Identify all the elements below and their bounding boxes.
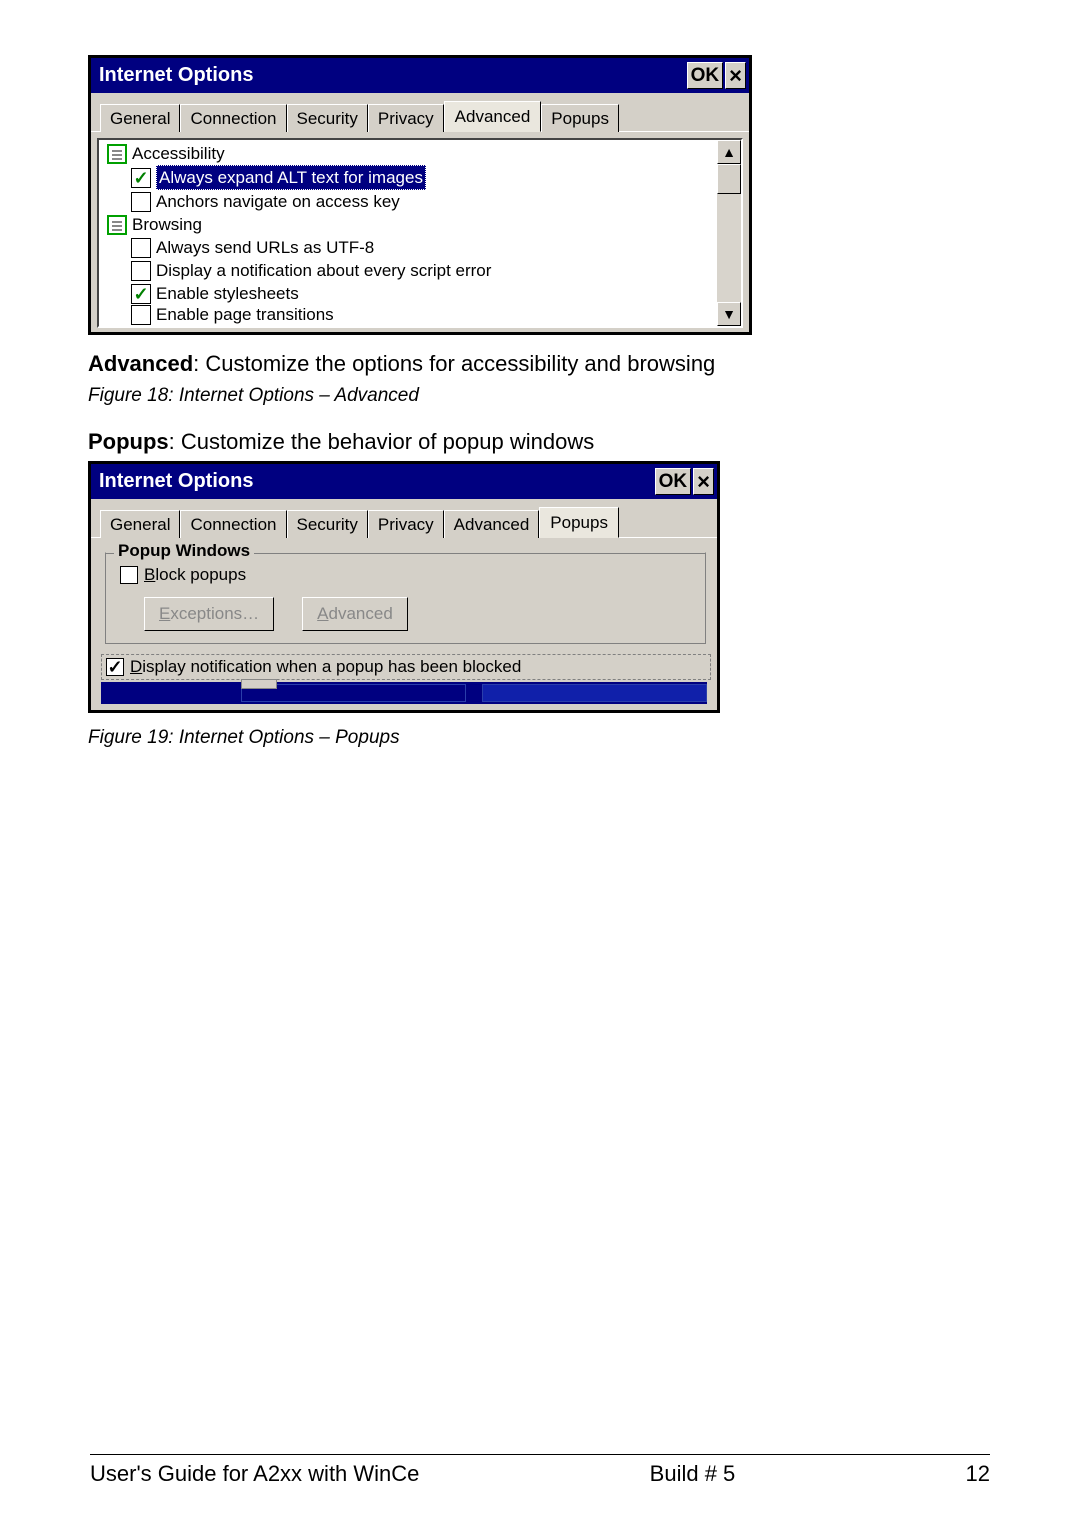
tab-panel-popups: Popup Windows Block popups Exceptions… A… bbox=[91, 537, 717, 710]
close-icon: × bbox=[697, 471, 710, 493]
screenshot-advanced: Internet Options OK × General Connection… bbox=[88, 55, 752, 335]
group-icon bbox=[107, 144, 127, 164]
status-bar bbox=[101, 682, 707, 704]
figure-19-caption: Figure 19: Internet Options – Popups bbox=[88, 727, 990, 749]
advanced-description: Advanced: Customize the options for acce… bbox=[88, 351, 990, 377]
popups-description: Popups: Customize the behavior of popup … bbox=[88, 429, 990, 455]
titlebar: Internet Options OK × bbox=[91, 58, 749, 93]
checkbox-icon[interactable]: ✓ bbox=[131, 168, 151, 188]
advanced-button[interactable]: Advanced bbox=[302, 597, 408, 631]
tab-privacy[interactable]: Privacy bbox=[368, 104, 444, 132]
popup-windows-group: Popup Windows Block popups Exceptions… A… bbox=[105, 552, 706, 644]
scrollbar[interactable]: ▲ ▼ bbox=[717, 140, 741, 326]
checkbox-icon[interactable]: ✓ bbox=[131, 284, 151, 304]
close-button[interactable]: × bbox=[693, 468, 714, 495]
checkbox-icon[interactable]: ✓ bbox=[106, 658, 124, 676]
display-notification-row[interactable]: ✓ Display notification when a popup has … bbox=[101, 654, 711, 680]
tab-security[interactable]: Security bbox=[287, 104, 368, 132]
options-tree: Accessibility ✓ Always expand ALT text f… bbox=[97, 138, 743, 328]
option-anchors[interactable]: Anchors navigate on access key bbox=[107, 190, 713, 213]
gray-handle-icon bbox=[241, 679, 277, 689]
group-accessibility: Accessibility bbox=[107, 142, 713, 165]
checkbox-icon[interactable] bbox=[131, 192, 151, 212]
option-utf8[interactable]: Always send URLs as UTF-8 bbox=[107, 236, 713, 259]
scroll-up-icon[interactable]: ▲ bbox=[717, 140, 741, 164]
tab-general[interactable]: General bbox=[100, 510, 180, 538]
group-icon bbox=[107, 215, 127, 235]
window-title: Internet Options bbox=[99, 64, 253, 87]
tab-popups[interactable]: Popups bbox=[541, 104, 619, 132]
close-icon: × bbox=[729, 65, 742, 87]
tab-advanced[interactable]: Advanced bbox=[444, 510, 540, 538]
tab-panel-advanced: Accessibility ✓ Always expand ALT text f… bbox=[91, 131, 749, 332]
footer-center: Build # 5 bbox=[650, 1461, 736, 1487]
option-page-transitions[interactable]: Enable page transitions bbox=[107, 303, 713, 326]
titlebar: Internet Options OK × bbox=[91, 464, 717, 499]
group-browsing: Browsing bbox=[107, 213, 713, 236]
tab-general[interactable]: General bbox=[100, 104, 180, 132]
tab-connection[interactable]: Connection bbox=[180, 510, 286, 538]
footer-left: User's Guide for A2xx with WinCe bbox=[90, 1461, 419, 1487]
fieldset-legend: Popup Windows bbox=[114, 541, 254, 561]
tab-strip: General Connection Security Privacy Adva… bbox=[91, 499, 717, 537]
scroll-thumb[interactable] bbox=[717, 164, 741, 194]
ok-button[interactable]: OK bbox=[687, 62, 724, 89]
footer-page-number: 12 bbox=[966, 1461, 990, 1487]
display-notification-label: Display notification when a popup has be… bbox=[130, 657, 521, 677]
exceptions-button[interactable]: Exceptions… bbox=[144, 597, 274, 631]
close-button[interactable]: × bbox=[725, 62, 746, 89]
tab-popups[interactable]: Popups bbox=[539, 507, 619, 538]
option-alt-text[interactable]: ✓ Always expand ALT text for images bbox=[107, 165, 713, 190]
checkbox-icon[interactable] bbox=[120, 566, 138, 584]
tab-connection[interactable]: Connection bbox=[180, 104, 286, 132]
ok-button[interactable]: OK bbox=[655, 468, 692, 495]
tab-strip: General Connection Security Privacy Adva… bbox=[91, 93, 749, 131]
option-stylesheets[interactable]: ✓ Enable stylesheets bbox=[107, 282, 713, 305]
block-popups-label: Block popups bbox=[144, 565, 246, 585]
tab-privacy[interactable]: Privacy bbox=[368, 510, 444, 538]
window-title: Internet Options bbox=[99, 470, 253, 493]
checkbox-icon[interactable] bbox=[131, 305, 151, 325]
page-footer: User's Guide for A2xx with WinCe Build #… bbox=[90, 1454, 990, 1487]
scroll-down-icon[interactable]: ▼ bbox=[717, 302, 741, 326]
option-script-error[interactable]: Display a notification about every scrip… bbox=[107, 259, 713, 282]
tab-advanced[interactable]: Advanced bbox=[444, 101, 542, 132]
checkbox-icon[interactable] bbox=[131, 238, 151, 258]
tab-security[interactable]: Security bbox=[287, 510, 368, 538]
screenshot-popups: Internet Options OK × General Connection… bbox=[88, 461, 720, 713]
checkbox-icon[interactable] bbox=[131, 261, 151, 281]
figure-18-caption: Figure 18: Internet Options – Advanced bbox=[88, 385, 990, 407]
block-popups-row[interactable]: Block popups bbox=[120, 565, 695, 585]
